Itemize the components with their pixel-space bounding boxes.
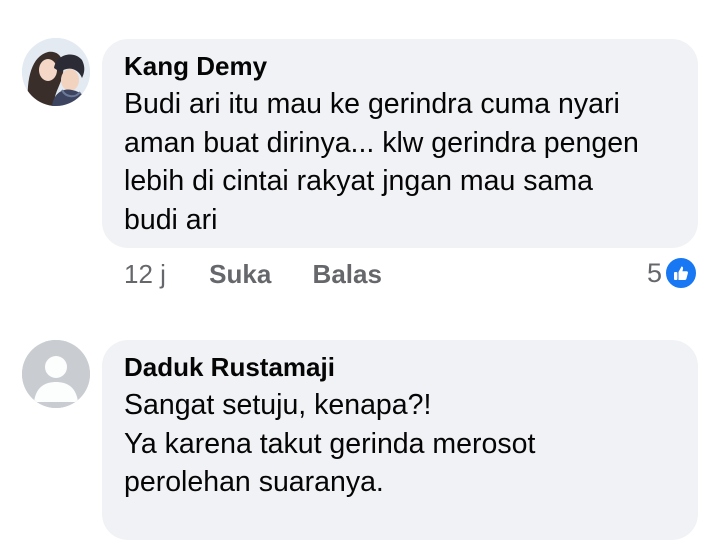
comment-text: Budi ari itu mau ke gerindra cuma nyari … — [124, 88, 639, 236]
avatar[interactable] — [22, 340, 90, 408]
comment-text: Sangat setuju, kenapa?! Ya karena takut … — [124, 389, 536, 498]
default-user-icon — [22, 340, 90, 408]
comment-author[interactable]: Kang Demy — [124, 49, 676, 83]
comment-actions: 12 j Suka Balas — [124, 257, 382, 291]
comment-item: Kang Demy Budi ari itu mau ke gerindra c… — [0, 0, 720, 300]
reply-button[interactable]: Balas — [313, 257, 382, 291]
reaction-count: 5 — [646, 257, 662, 288]
comment-timestamp[interactable]: 12 j — [124, 257, 166, 291]
comment-author[interactable]: Daduk Rustamaji — [124, 350, 676, 384]
like-button[interactable]: Suka — [209, 257, 271, 291]
comment-bubble: Kang Demy Budi ari itu mau ke gerindra c… — [102, 39, 698, 248]
avatar[interactable] — [22, 38, 90, 106]
thumbs-up-icon — [664, 256, 698, 290]
comment-bubble: Daduk Rustamaji Sangat setuju, kenapa?! … — [102, 340, 698, 540]
couple-avatar-icon — [22, 38, 90, 106]
reaction-summary[interactable]: 5 — [647, 256, 698, 290]
comment-item: Daduk Rustamaji Sangat setuju, kenapa?! … — [0, 300, 720, 540]
